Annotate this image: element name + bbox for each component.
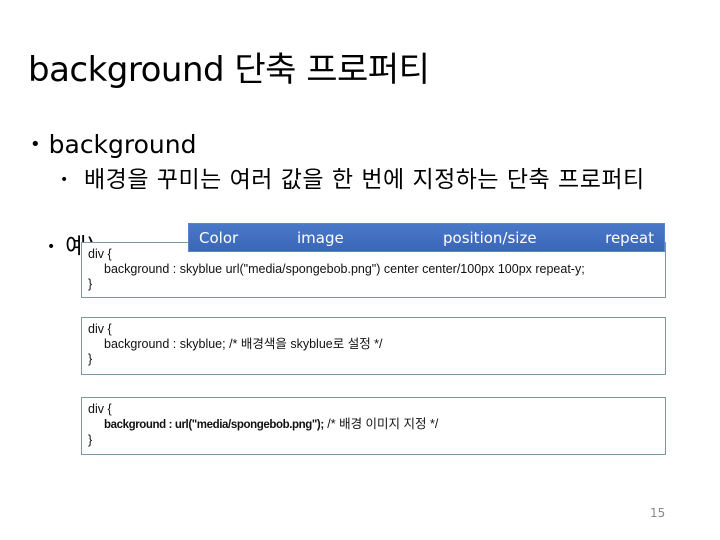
header-label-color: Color	[199, 229, 239, 247]
code-line-body: background : skyblue; /* 배경색을 skyblue로 설…	[104, 337, 383, 351]
bullet-dot-icon: •	[60, 172, 69, 188]
header-label-position-size: position/size	[443, 229, 537, 247]
code-line-body: background : skyblue url("media/spongebo…	[104, 262, 585, 276]
bullet-text: 배경을 꾸미는 여러 값을 한 번에 지정하는 단축 프로퍼티	[84, 167, 645, 193]
value-category-header: Color image position/size repeat	[188, 223, 665, 252]
code-line-open: div {	[88, 322, 112, 336]
code-block-color: div {background : skyblue; /* 배경색을 skybl…	[81, 317, 666, 375]
code-declaration: background : url("media/spongebob.png");	[104, 419, 324, 431]
bullet-dot-icon: •	[47, 239, 56, 255]
header-label-repeat: repeat	[605, 229, 654, 247]
code-line-close: }	[88, 277, 93, 291]
code-line-close: }	[88, 433, 93, 447]
code-block-image: div {background : url("media/spongebob.p…	[81, 397, 666, 455]
bullet-dot-icon: •	[30, 134, 41, 155]
code-line-open: div {	[88, 402, 112, 416]
bullet-description: • 배경을 꾸미는 여러 값을 한 번에 지정하는 단축 프로퍼티	[60, 166, 700, 194]
code-comment: /* 배경 이미지 지정 */	[323, 417, 439, 431]
header-label-image: image	[297, 229, 344, 247]
code-line-close: }	[88, 352, 93, 366]
page-number: 15	[650, 506, 666, 520]
code-line-body: background : url("media/spongebob.png");…	[88, 417, 659, 433]
bullet-background: • background	[30, 130, 197, 159]
bullet-text: background	[48, 130, 197, 159]
slide-title: background 단축 프로퍼티	[28, 50, 430, 90]
